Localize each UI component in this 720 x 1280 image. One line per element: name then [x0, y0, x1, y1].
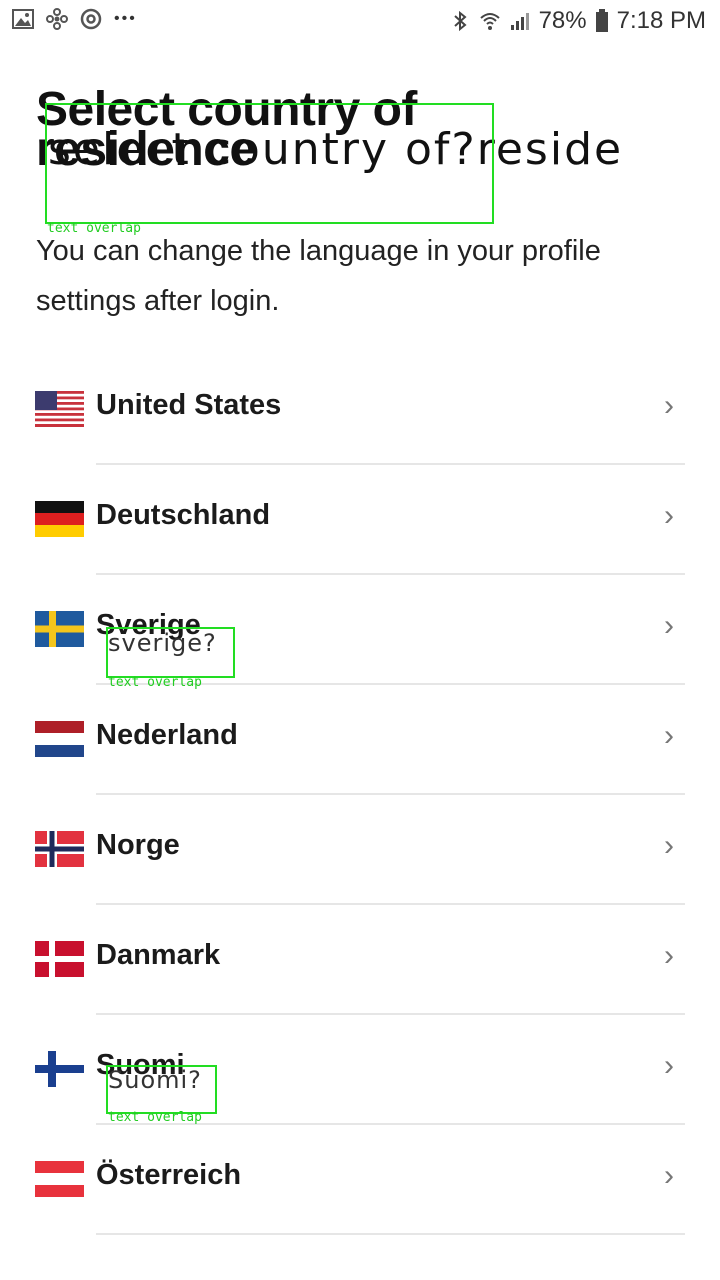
- country-name: Danmark: [96, 939, 221, 971]
- sync-icon: [80, 8, 102, 30]
- country-name: United States: [96, 389, 282, 421]
- overlap-label-suomi: text overlap: [108, 1110, 202, 1125]
- flag-se-icon: [35, 611, 84, 647]
- page-subtitle: You can change the language in your prof…: [36, 235, 601, 317]
- flag-de-icon: [35, 501, 84, 537]
- bluetooth-icon: [453, 10, 467, 32]
- chevron-right-icon: ›: [664, 939, 674, 972]
- battery-percent: 78%: [538, 7, 587, 34]
- country-name: Norge: [96, 829, 180, 861]
- chevron-right-icon: ›: [664, 829, 674, 862]
- flag-nl-icon: [35, 721, 84, 757]
- signal-icon: [510, 13, 529, 30]
- country-row-united-states[interactable]: United States ›: [0, 355, 720, 465]
- country-row-osterreich[interactable]: Österreich ›: [0, 1125, 720, 1235]
- chevron-right-icon: ›: [664, 389, 674, 422]
- battery-icon: [595, 9, 608, 32]
- overlap-box-sverige: [106, 627, 235, 678]
- wifi-icon: [479, 13, 500, 30]
- divider: [96, 1233, 685, 1235]
- status-bar: ••• 78% 7:18 PM: [0, 0, 720, 44]
- flag-dk-icon: [35, 941, 84, 977]
- country-row-danmark[interactable]: Danmark ›: [0, 905, 720, 1015]
- chevron-right-icon: ›: [664, 719, 674, 752]
- country-row-nederland[interactable]: Nederland ›: [0, 685, 720, 795]
- status-left: •••: [12, 8, 137, 30]
- flag-fi-icon: [35, 1051, 84, 1087]
- flag-no-icon: [35, 831, 84, 867]
- more-dots-icon: •••: [114, 10, 137, 27]
- chevron-right-icon: ›: [664, 499, 674, 532]
- country-row-deutschland[interactable]: Deutschland ›: [0, 465, 720, 575]
- flag-us-icon: [35, 391, 84, 427]
- country-name: Nederland: [96, 719, 238, 751]
- country-name: Deutschland: [96, 499, 271, 531]
- chevron-right-icon: ›: [664, 1049, 674, 1082]
- fan-icon: [46, 8, 68, 30]
- overlap-box-title: [45, 103, 494, 224]
- country-name: Österreich: [96, 1159, 242, 1191]
- status-time: 7:18 PM: [616, 7, 706, 34]
- status-right: 78% 7:18 PM: [449, 7, 706, 35]
- overlap-box-suomi: [106, 1065, 217, 1114]
- chevron-right-icon: ›: [664, 1159, 674, 1192]
- image-icon: [12, 9, 34, 29]
- flag-at-icon: [35, 1161, 84, 1197]
- country-row-norge[interactable]: Norge ›: [0, 795, 720, 905]
- chevron-right-icon: ›: [664, 609, 674, 642]
- overlap-label-sverige: text overlap: [108, 675, 202, 690]
